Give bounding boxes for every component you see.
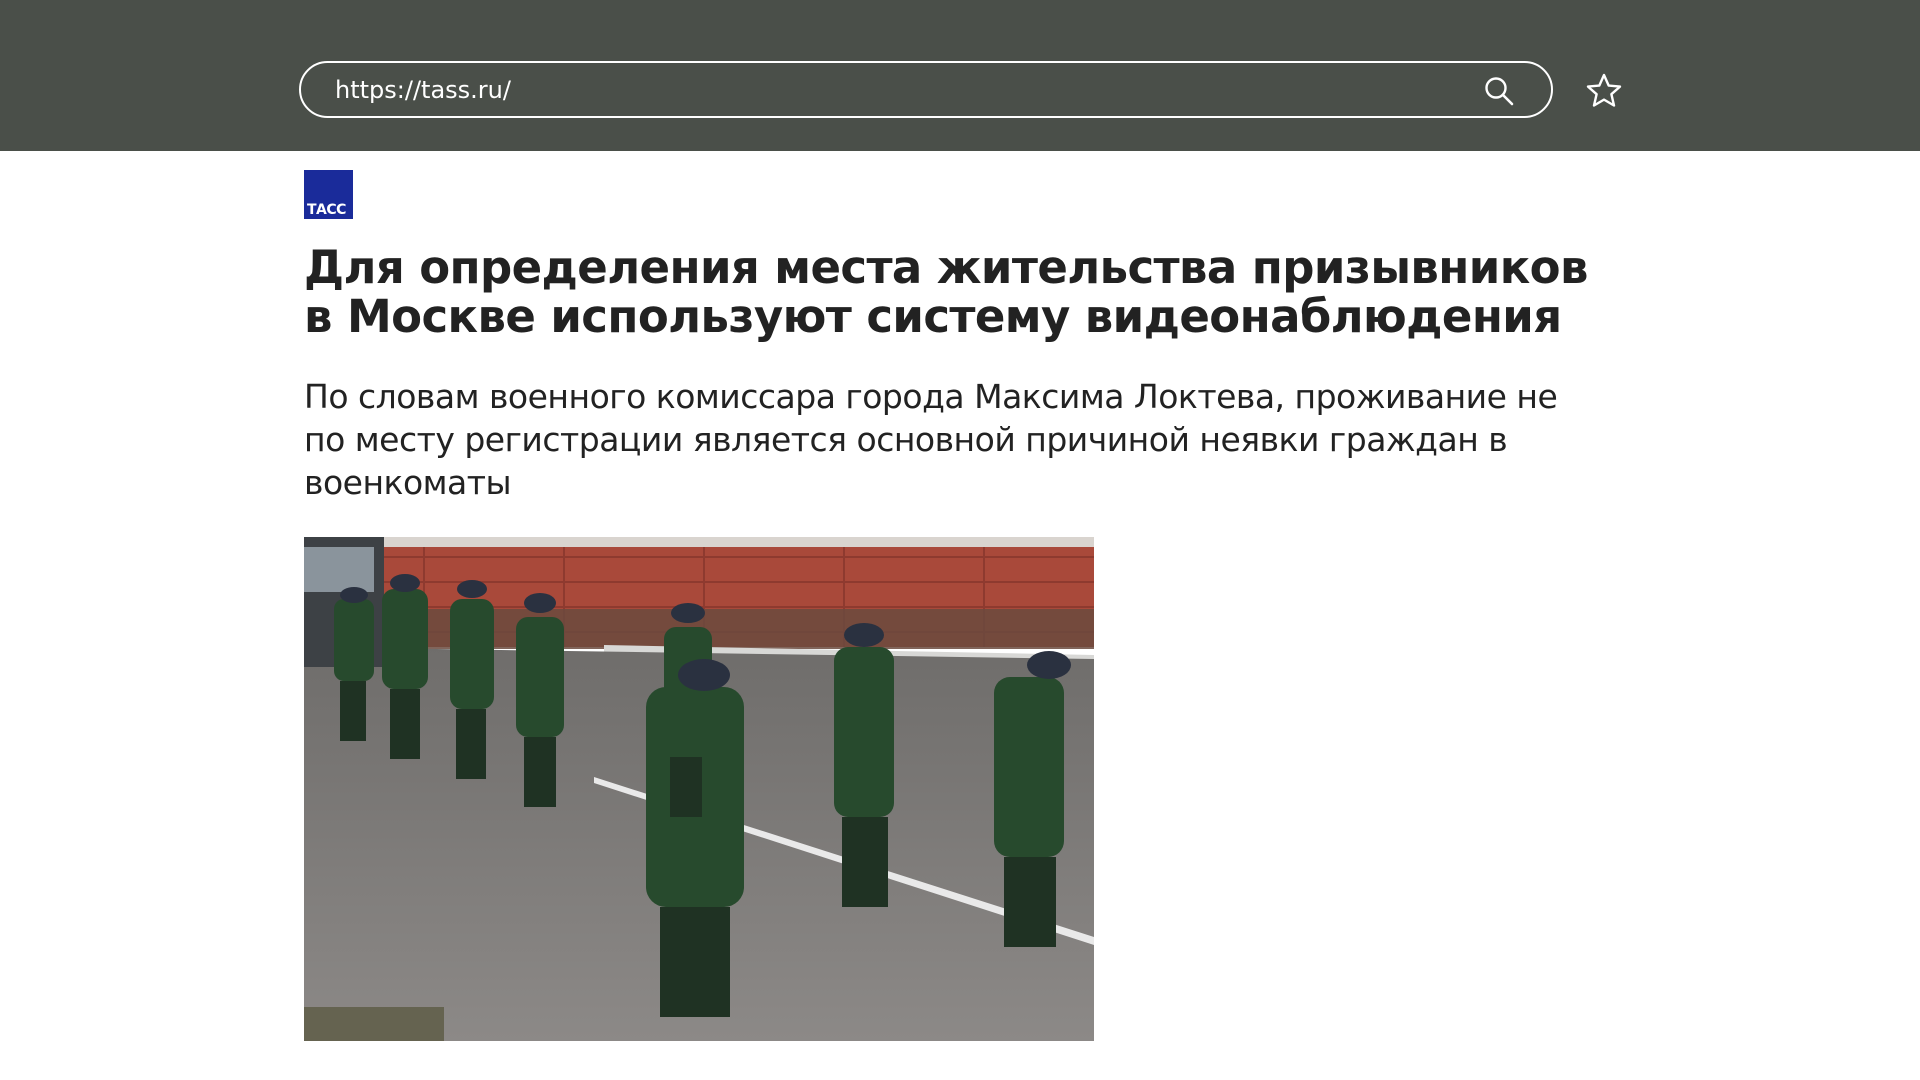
article-photo bbox=[304, 537, 1094, 1041]
search-icon[interactable] bbox=[1483, 75, 1515, 107]
logo-text: ТАСС bbox=[307, 202, 346, 218]
article-lead: По словам военного комиссара города Макс… bbox=[304, 377, 1558, 502]
tass-logo[interactable]: ТАСС bbox=[304, 170, 353, 219]
address-bar[interactable] bbox=[299, 61, 1553, 118]
star-icon[interactable] bbox=[1584, 71, 1624, 111]
article: ТАСС Для определения места жительства пр… bbox=[304, 170, 1594, 1041]
browser-toolbar bbox=[0, 0, 1920, 151]
url-input[interactable] bbox=[335, 71, 1445, 109]
article-headline: Для определения места жительства призывн… bbox=[304, 241, 1588, 343]
